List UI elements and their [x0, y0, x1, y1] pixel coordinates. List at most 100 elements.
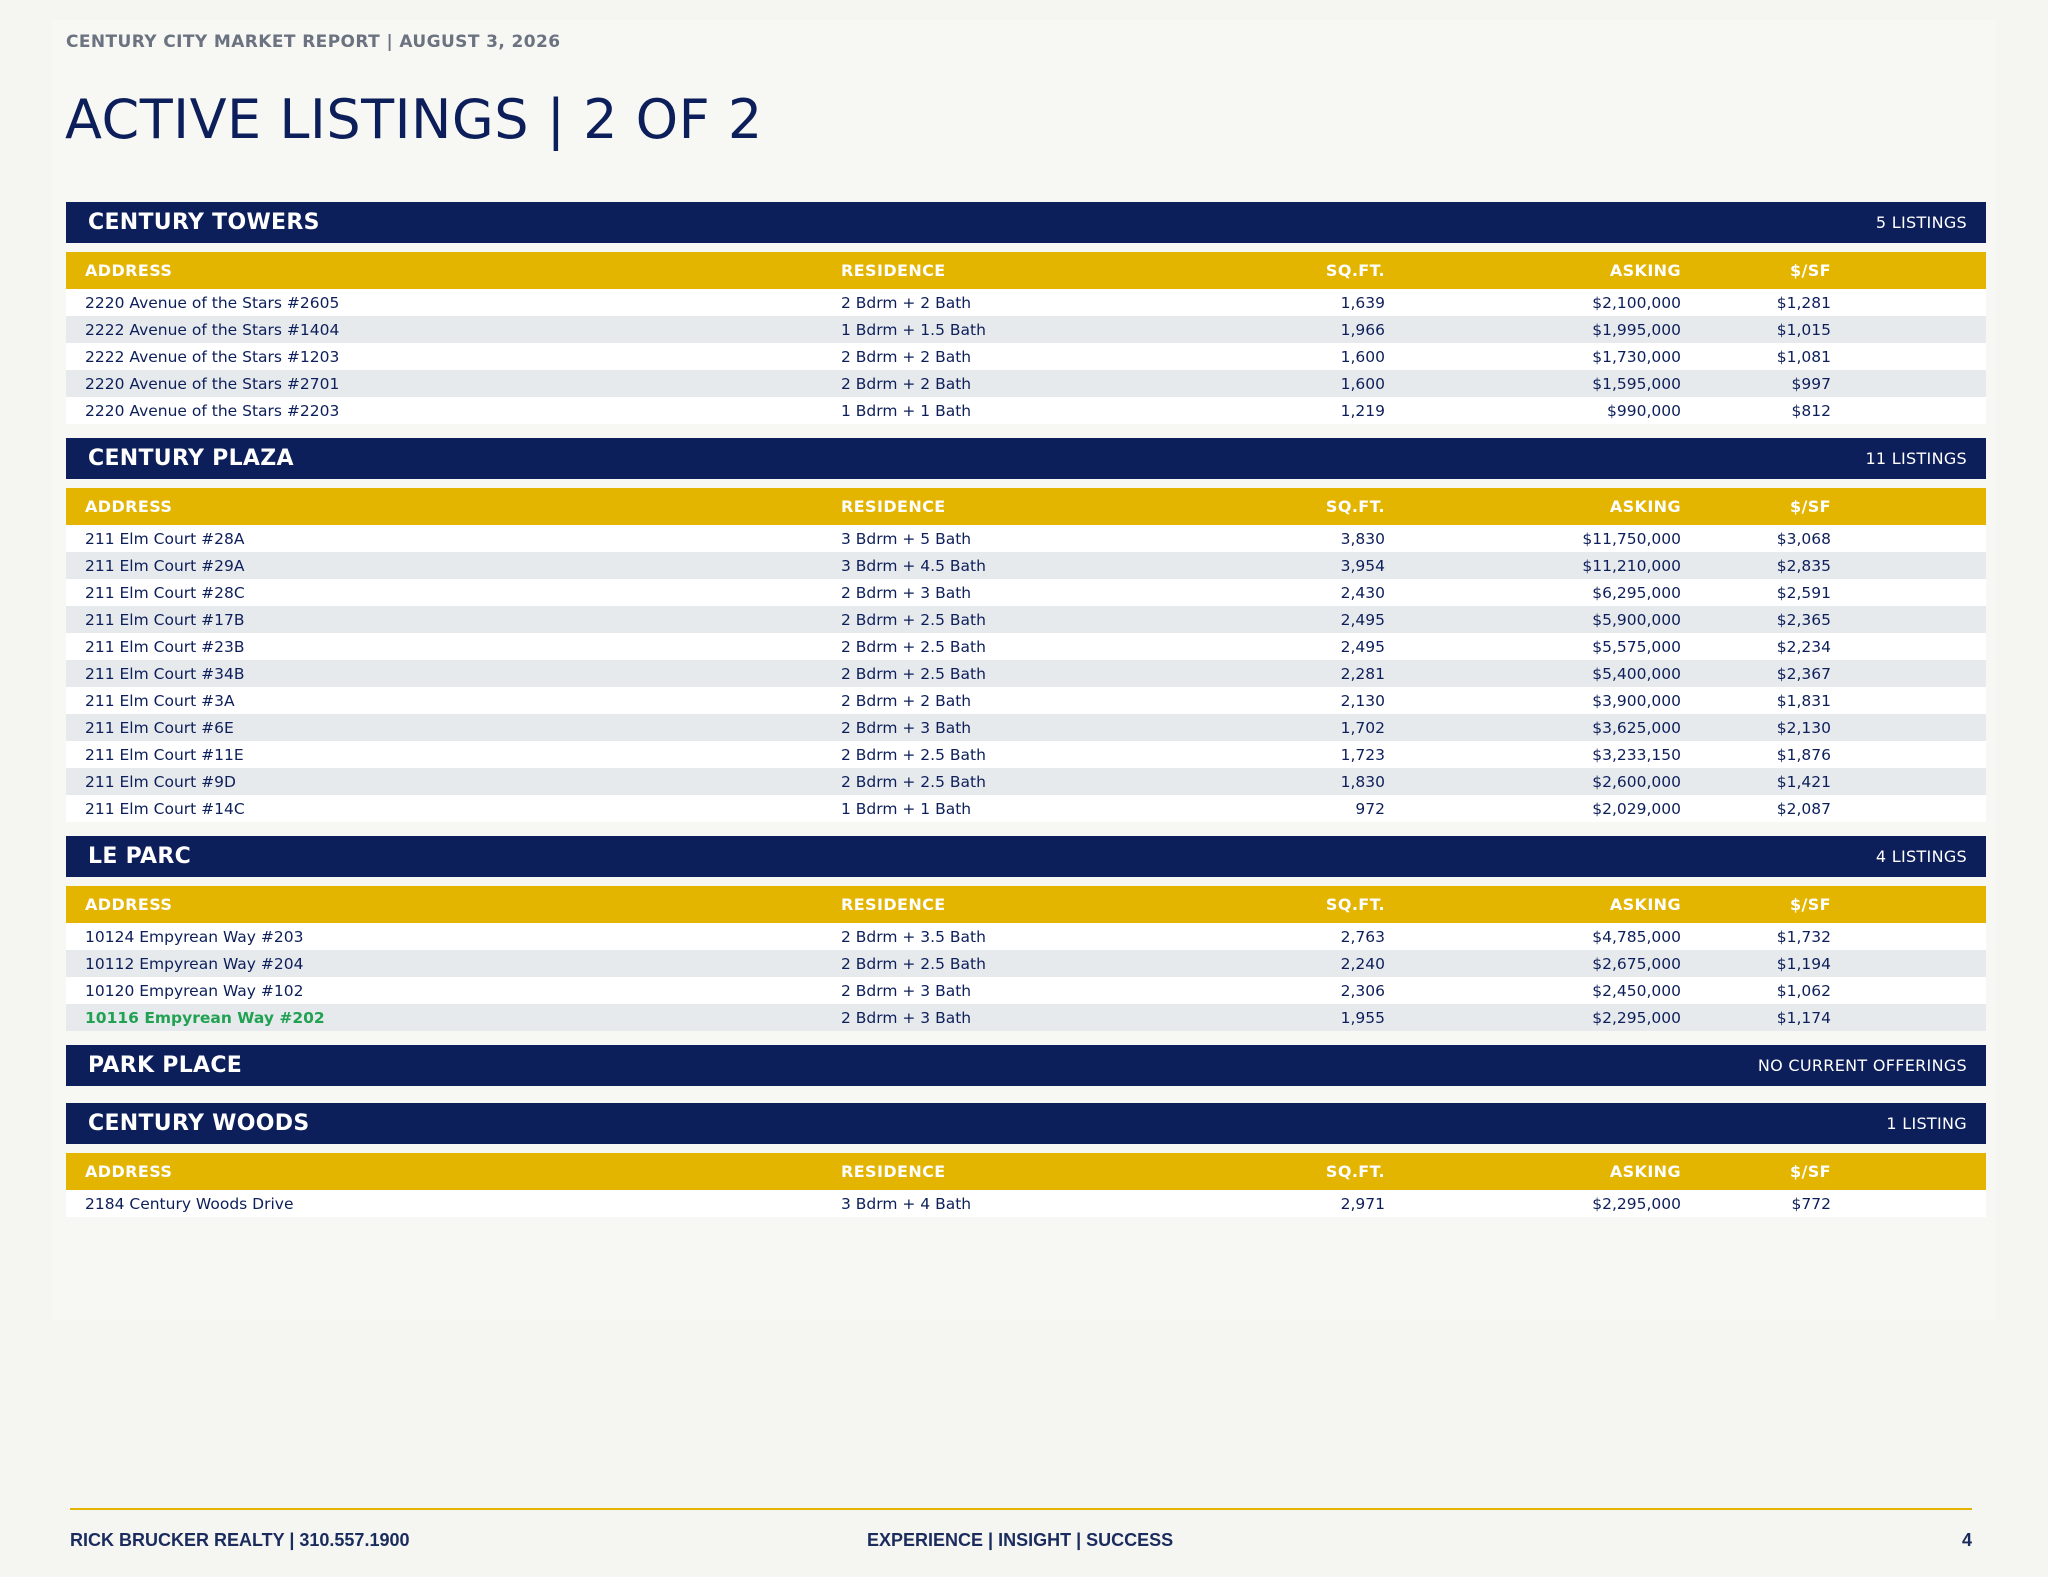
- table-row: 10120 Empyrean Way #102 2 Bdrm + 3 Bath 2,…: [66, 977, 1986, 1004]
- asking-cell: $5,900,000: [1592, 610, 1681, 629]
- price-per-sf-cell: $2,367: [1776, 664, 1831, 683]
- listing-count: 1 LISTING: [1886, 1114, 1967, 1133]
- building-name: CENTURY WOODS: [88, 1111, 310, 1136]
- address-cell: 211 Elm Court #28A: [85, 529, 245, 548]
- table-row: 2222 Avenue of the Stars #1203 2 Bdrm + 2…: [66, 343, 1986, 370]
- column-header-address: ADDRESS: [85, 895, 173, 914]
- residence-cell: 2 Bdrm + 2 Bath: [841, 691, 972, 710]
- sqft-cell: 972: [1355, 799, 1385, 818]
- asking-cell: $2,029,000: [1592, 799, 1681, 818]
- residence-cell: 1 Bdrm + 1 Bath: [841, 799, 972, 818]
- column-header-address: ADDRESS: [85, 497, 173, 516]
- table-row: 211 Elm Court #17B 2 Bdrm + 2.5 Bath 2,495…: [66, 606, 1986, 633]
- column-header-sqft: SQ.FT.: [1325, 895, 1385, 914]
- price-per-sf-cell: $1,732: [1776, 927, 1831, 946]
- price-per-sf-cell: $2,591: [1776, 583, 1831, 602]
- sqft-cell: 2,130: [1340, 691, 1385, 710]
- residence-cell: 2 Bdrm + 2 Bath: [841, 374, 972, 393]
- sqft-cell: 1,702: [1340, 718, 1385, 737]
- table-row: 2220 Avenue of the Stars #2203 1 Bdrm + 1…: [66, 397, 1986, 424]
- table-row: 10112 Empyrean Way #204 2 Bdrm + 2.5 Bath…: [66, 950, 1986, 977]
- address-cell: 211 Elm Court #14C: [85, 799, 245, 818]
- sqft-cell: 1,600: [1340, 347, 1385, 366]
- residence-cell: 2 Bdrm + 2 Bath: [841, 347, 972, 366]
- building-header: CENTURY WOODS 1 LISTING: [66, 1103, 1986, 1144]
- column-header-address: ADDRESS: [85, 261, 173, 280]
- address-cell: 211 Elm Court #34B: [85, 664, 245, 683]
- price-per-sf-cell: $2,365: [1776, 610, 1831, 629]
- column-header-residence: RESIDENCE: [841, 497, 946, 516]
- sqft-cell: 1,966: [1340, 320, 1385, 339]
- asking-cell: $1,995,000: [1592, 320, 1681, 339]
- column-header-asking: ASKING: [1609, 1162, 1681, 1181]
- footer-divider: [70, 1508, 1972, 1510]
- asking-cell: $2,600,000: [1592, 772, 1681, 791]
- price-per-sf-cell: $3,068: [1776, 529, 1831, 548]
- building-header: CENTURY PLAZA 11 LISTINGS: [66, 438, 1986, 479]
- sqft-cell: 1,723: [1340, 745, 1385, 764]
- address-cell: 211 Elm Court #28C: [85, 583, 245, 602]
- sqft-cell: 1,600: [1340, 374, 1385, 393]
- table-row: 211 Elm Court #11E 2 Bdrm + 2.5 Bath 1,723…: [66, 741, 1986, 768]
- asking-cell: $2,100,000: [1592, 293, 1681, 312]
- table-row: 211 Elm Court #6E 2 Bdrm + 3 Bath 1,702 $3,…: [66, 714, 1986, 741]
- residence-cell: 2 Bdrm + 3 Bath: [841, 583, 972, 602]
- table-header-row: ADDRESS RESIDENCE SQ.FT. ASKING $/SF: [66, 252, 1986, 289]
- asking-cell: $11,750,000: [1582, 529, 1681, 548]
- residence-cell: 2 Bdrm + 2.5 Bath: [841, 745, 986, 764]
- building-name: LE PARC: [88, 844, 192, 869]
- column-header-sqft: SQ.FT.: [1325, 261, 1385, 280]
- address-cell: 211 Elm Court #11E: [85, 745, 244, 764]
- sqft-cell: 2,971: [1340, 1194, 1385, 1213]
- table-row: 2222 Avenue of the Stars #1404 1 Bdrm + 1…: [66, 316, 1986, 343]
- listing-count: 11 LISTINGS: [1865, 449, 1967, 468]
- building-section: CENTURY TOWERS 5 LISTINGS ADDRESS RESIDENCE…: [66, 202, 1986, 424]
- table-row: 211 Elm Court #29A 3 Bdrm + 4.5 Bath 3,954…: [66, 552, 1986, 579]
- page-number: 4: [1961, 1530, 1972, 1550]
- address-cell: 10124 Empyrean Way #203: [85, 927, 304, 946]
- residence-cell: 1 Bdrm + 1 Bath: [841, 401, 972, 420]
- address-cell: 2222 Avenue of the Stars #1203: [85, 347, 340, 366]
- residence-cell: 2 Bdrm + 2.5 Bath: [841, 664, 986, 683]
- price-per-sf-cell: $2,234: [1776, 637, 1831, 656]
- sqft-cell: 2,495: [1340, 637, 1385, 656]
- price-per-sf-cell: $1,174: [1776, 1008, 1831, 1027]
- asking-cell: $990,000: [1607, 401, 1681, 420]
- sqft-cell: 2,495: [1340, 610, 1385, 629]
- listing-count: 4 LISTINGS: [1875, 847, 1967, 866]
- table-row: 2220 Avenue of the Stars #2605 2 Bdrm + 2…: [66, 289, 1986, 316]
- column-header-price-per-sf: $/SF: [1789, 1162, 1831, 1181]
- residence-cell: 3 Bdrm + 5 Bath: [841, 529, 972, 548]
- listing-table: ADDRESS RESIDENCE SQ.FT. ASKING $/SF 2220 Ave…: [66, 252, 1986, 424]
- asking-cell: $5,400,000: [1592, 664, 1681, 683]
- sqft-cell: 2,763: [1340, 927, 1385, 946]
- price-per-sf-cell: $1,876: [1776, 745, 1831, 764]
- asking-cell: $2,295,000: [1592, 1194, 1681, 1213]
- building-name: CENTURY PLAZA: [88, 446, 294, 471]
- residence-cell: 2 Bdrm + 2 Bath: [841, 293, 972, 312]
- asking-cell: $3,625,000: [1592, 718, 1681, 737]
- sqft-cell: 1,219: [1340, 401, 1385, 420]
- residence-cell: 2 Bdrm + 3.5 Bath: [841, 927, 986, 946]
- price-per-sf-cell: $997: [1791, 374, 1831, 393]
- table-row: 211 Elm Court #34B 2 Bdrm + 2.5 Bath 2,281…: [66, 660, 1986, 687]
- sqft-cell: 2,430: [1340, 583, 1385, 602]
- residence-cell: 1 Bdrm + 1.5 Bath: [841, 320, 986, 339]
- column-header-residence: RESIDENCE: [841, 895, 946, 914]
- table-row: 2220 Avenue of the Stars #2701 2 Bdrm + 2…: [66, 370, 1986, 397]
- report-label: CENTURY CITY MARKET REPORT | AUGUST 3, 2…: [66, 32, 561, 52]
- column-header-sqft: SQ.FT.: [1325, 1162, 1385, 1181]
- residence-cell: 2 Bdrm + 2.5 Bath: [841, 637, 986, 656]
- residence-cell: 2 Bdrm + 2.5 Bath: [841, 610, 986, 629]
- price-per-sf-cell: $2,835: [1776, 556, 1831, 575]
- column-header-asking: ASKING: [1609, 895, 1681, 914]
- address-cell: 211 Elm Court #17B: [85, 610, 245, 629]
- sqft-cell: 2,281: [1340, 664, 1385, 683]
- sqft-cell: 1,639: [1340, 293, 1385, 312]
- price-per-sf-cell: $1,081: [1776, 347, 1831, 366]
- price-per-sf-cell: $1,194: [1776, 954, 1831, 973]
- residence-cell: 2 Bdrm + 3 Bath: [841, 718, 972, 737]
- column-header-price-per-sf: $/SF: [1789, 261, 1831, 280]
- asking-cell: $1,730,000: [1592, 347, 1681, 366]
- table-row: 211 Elm Court #14C 1 Bdrm + 1 Bath 972 $2,0…: [66, 795, 1986, 822]
